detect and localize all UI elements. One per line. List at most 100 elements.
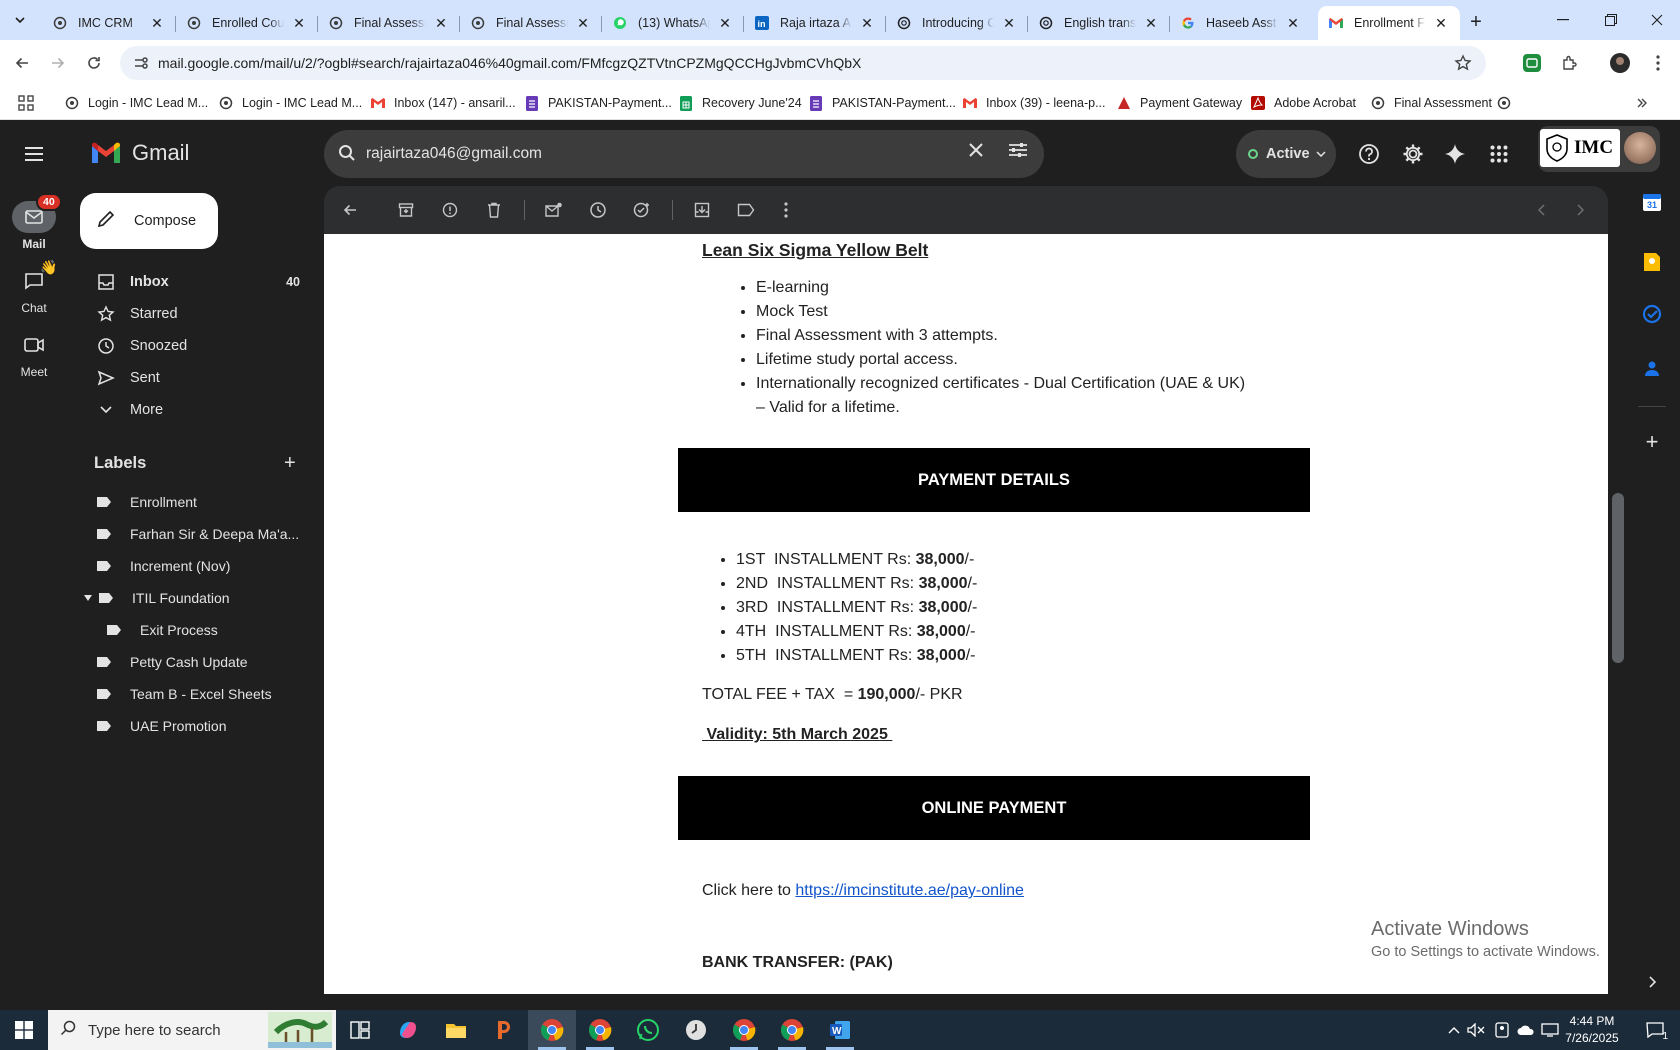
- windows-start-icon[interactable]: [0, 1010, 48, 1050]
- label-icon[interactable]: [734, 198, 758, 222]
- email-scrollbar[interactable]: [1612, 493, 1624, 663]
- keep-icon[interactable]: [1640, 250, 1664, 274]
- rail-chat[interactable]: 👋 Chat: [0, 259, 68, 315]
- rail-meet[interactable]: Meet: [0, 329, 68, 379]
- search-icon[interactable]: [338, 144, 356, 165]
- app-orange-icon[interactable]: [480, 1010, 528, 1050]
- close-tab-icon[interactable]: ✕: [1000, 14, 1018, 32]
- browser-tab[interactable]: in Raja irtaza Ab ✕: [744, 6, 886, 40]
- more-actions-icon[interactable]: [774, 198, 798, 222]
- browser-tab[interactable]: English transl ✕: [1028, 6, 1170, 40]
- notifications-icon[interactable]: 1: [1640, 1020, 1670, 1042]
- gmail-logo[interactable]: Gmail: [90, 140, 189, 166]
- meet-now-icon[interactable]: [1492, 1020, 1512, 1040]
- close-tab-icon[interactable]: ✕: [716, 14, 734, 32]
- nav-sent[interactable]: Sent: [68, 362, 308, 394]
- label-item[interactable]: ITIL Foundation: [68, 582, 308, 614]
- clear-search-icon[interactable]: [968, 142, 984, 161]
- bookmark-item[interactable]: Adobe Acrobat: [1250, 92, 1356, 114]
- mark-unread-icon[interactable]: [542, 198, 566, 222]
- browser-tab[interactable]: IMC CRM ✕: [42, 6, 176, 40]
- label-item[interactable]: Team B - Excel Sheets: [68, 678, 308, 710]
- address-bar[interactable]: mail.google.com/mail/u/2/?ogbl#search/ra…: [120, 46, 1486, 80]
- show-hidden-icons-icon[interactable]: [1444, 1020, 1464, 1040]
- nav-more[interactable]: More: [68, 394, 308, 426]
- close-tab-icon[interactable]: ✕: [1432, 14, 1450, 32]
- search-options-icon[interactable]: [1008, 142, 1028, 161]
- compose-button[interactable]: Compose: [80, 193, 218, 249]
- tab-search-button[interactable]: [8, 8, 32, 32]
- close-tab-icon[interactable]: ✕: [148, 14, 166, 32]
- newer-conversation-icon[interactable]: [1530, 198, 1554, 222]
- browser-tab[interactable]: Introducing C ✕: [886, 6, 1028, 40]
- chrome-taskbar-icon-active[interactable]: [528, 1010, 576, 1050]
- whatsapp-taskbar-icon[interactable]: [624, 1010, 672, 1050]
- rail-mail[interactable]: 40 Mail: [0, 193, 68, 251]
- move-to-icon[interactable]: [690, 198, 714, 222]
- delete-icon[interactable]: [482, 198, 506, 222]
- copilot-icon[interactable]: [384, 1010, 432, 1050]
- label-item[interactable]: UAE Promotion: [68, 710, 308, 742]
- network-icon[interactable]: [1540, 1020, 1560, 1040]
- create-label-button[interactable]: +: [284, 452, 296, 475]
- browser-tab[interactable]: (13) WhatsAp ✕: [602, 6, 744, 40]
- browser-tab[interactable]: Haseeb Asst. ✕: [1170, 6, 1312, 40]
- reload-icon[interactable]: [80, 49, 108, 77]
- report-spam-icon[interactable]: [438, 198, 462, 222]
- chrome-taskbar-icon[interactable]: [768, 1010, 816, 1050]
- back-to-search-icon[interactable]: [338, 198, 362, 222]
- gemini-sparkle-icon[interactable]: [1441, 140, 1469, 168]
- user-avatar[interactable]: [1624, 132, 1656, 164]
- imc-favicon-icon[interactable]: [1496, 92, 1520, 114]
- bookmark-item[interactable]: Inbox (147) - ansaril...: [370, 92, 516, 114]
- bookmark-item[interactable]: Final Assessment: [1370, 92, 1492, 114]
- apps-grid-icon[interactable]: [18, 92, 34, 114]
- nav-inbox[interactable]: Inbox 40: [68, 266, 308, 298]
- help-icon[interactable]: [1355, 140, 1383, 168]
- settings-gear-icon[interactable]: [1399, 140, 1427, 168]
- close-tab-icon[interactable]: ✕: [290, 14, 308, 32]
- add-to-tasks-icon[interactable]: [630, 198, 654, 222]
- back-icon[interactable]: [8, 49, 36, 77]
- site-info-icon[interactable]: [130, 55, 152, 71]
- close-window-icon[interactable]: [1634, 0, 1680, 40]
- chrome-taskbar-icon[interactable]: [720, 1010, 768, 1050]
- nav-snoozed[interactable]: Snoozed: [68, 330, 308, 362]
- label-item[interactable]: Exit Process: [68, 614, 308, 646]
- status-active-button[interactable]: Active: [1236, 130, 1336, 178]
- hide-side-panel-icon[interactable]: [1640, 970, 1664, 994]
- onedrive-icon[interactable]: [1516, 1020, 1536, 1040]
- clock-app-icon[interactable]: [672, 1010, 720, 1050]
- close-tab-icon[interactable]: ✕: [858, 14, 876, 32]
- new-tab-button[interactable]: +: [1464, 10, 1488, 34]
- close-tab-icon[interactable]: ✕: [1142, 14, 1160, 32]
- bookmark-item[interactable]: Login - IMC Lead M...: [218, 92, 362, 114]
- nav-starred[interactable]: Starred: [68, 298, 308, 330]
- forward-icon[interactable]: [44, 49, 72, 77]
- task-view-icon[interactable]: [336, 1010, 384, 1050]
- archive-icon[interactable]: [394, 198, 418, 222]
- google-apps-icon[interactable]: [1485, 140, 1513, 168]
- bookmark-item[interactable]: Payment Gateway: [1116, 92, 1242, 114]
- search-query[interactable]: rajairtaza046@gmail.com: [366, 145, 542, 163]
- bookmark-item[interactable]: Inbox (39) - leena-p...: [962, 92, 1106, 114]
- extensions-puzzle-icon[interactable]: [1558, 51, 1582, 75]
- taskbar-search-box[interactable]: Type here to search: [48, 1010, 336, 1050]
- mail-search-bar[interactable]: rajairtaza046@gmail.com: [324, 130, 1044, 178]
- tasks-icon[interactable]: [1640, 302, 1664, 326]
- close-tab-icon[interactable]: ✕: [432, 14, 450, 32]
- close-tab-icon[interactable]: ✕: [574, 14, 592, 32]
- chrome-taskbar-icon[interactable]: [576, 1010, 624, 1050]
- volume-muted-icon[interactable]: [1466, 1020, 1486, 1040]
- profile-avatar-icon[interactable]: [1608, 51, 1632, 75]
- restore-window-icon[interactable]: [1588, 0, 1634, 40]
- snooze-clock-icon[interactable]: [586, 198, 610, 222]
- contacts-icon[interactable]: [1640, 356, 1664, 380]
- bookmark-item[interactable]: Recovery June'24: [678, 92, 802, 114]
- browser-tab[interactable]: Final Assessm ✕: [318, 6, 460, 40]
- chrome-menu-icon[interactable]: [1646, 51, 1670, 75]
- label-item[interactable]: Farhan Sir & Deepa Ma'a...: [68, 518, 308, 550]
- calendar-icon[interactable]: 31: [1640, 190, 1664, 214]
- word-taskbar-icon[interactable]: W: [816, 1010, 864, 1050]
- minimize-window-icon[interactable]: [1540, 0, 1586, 40]
